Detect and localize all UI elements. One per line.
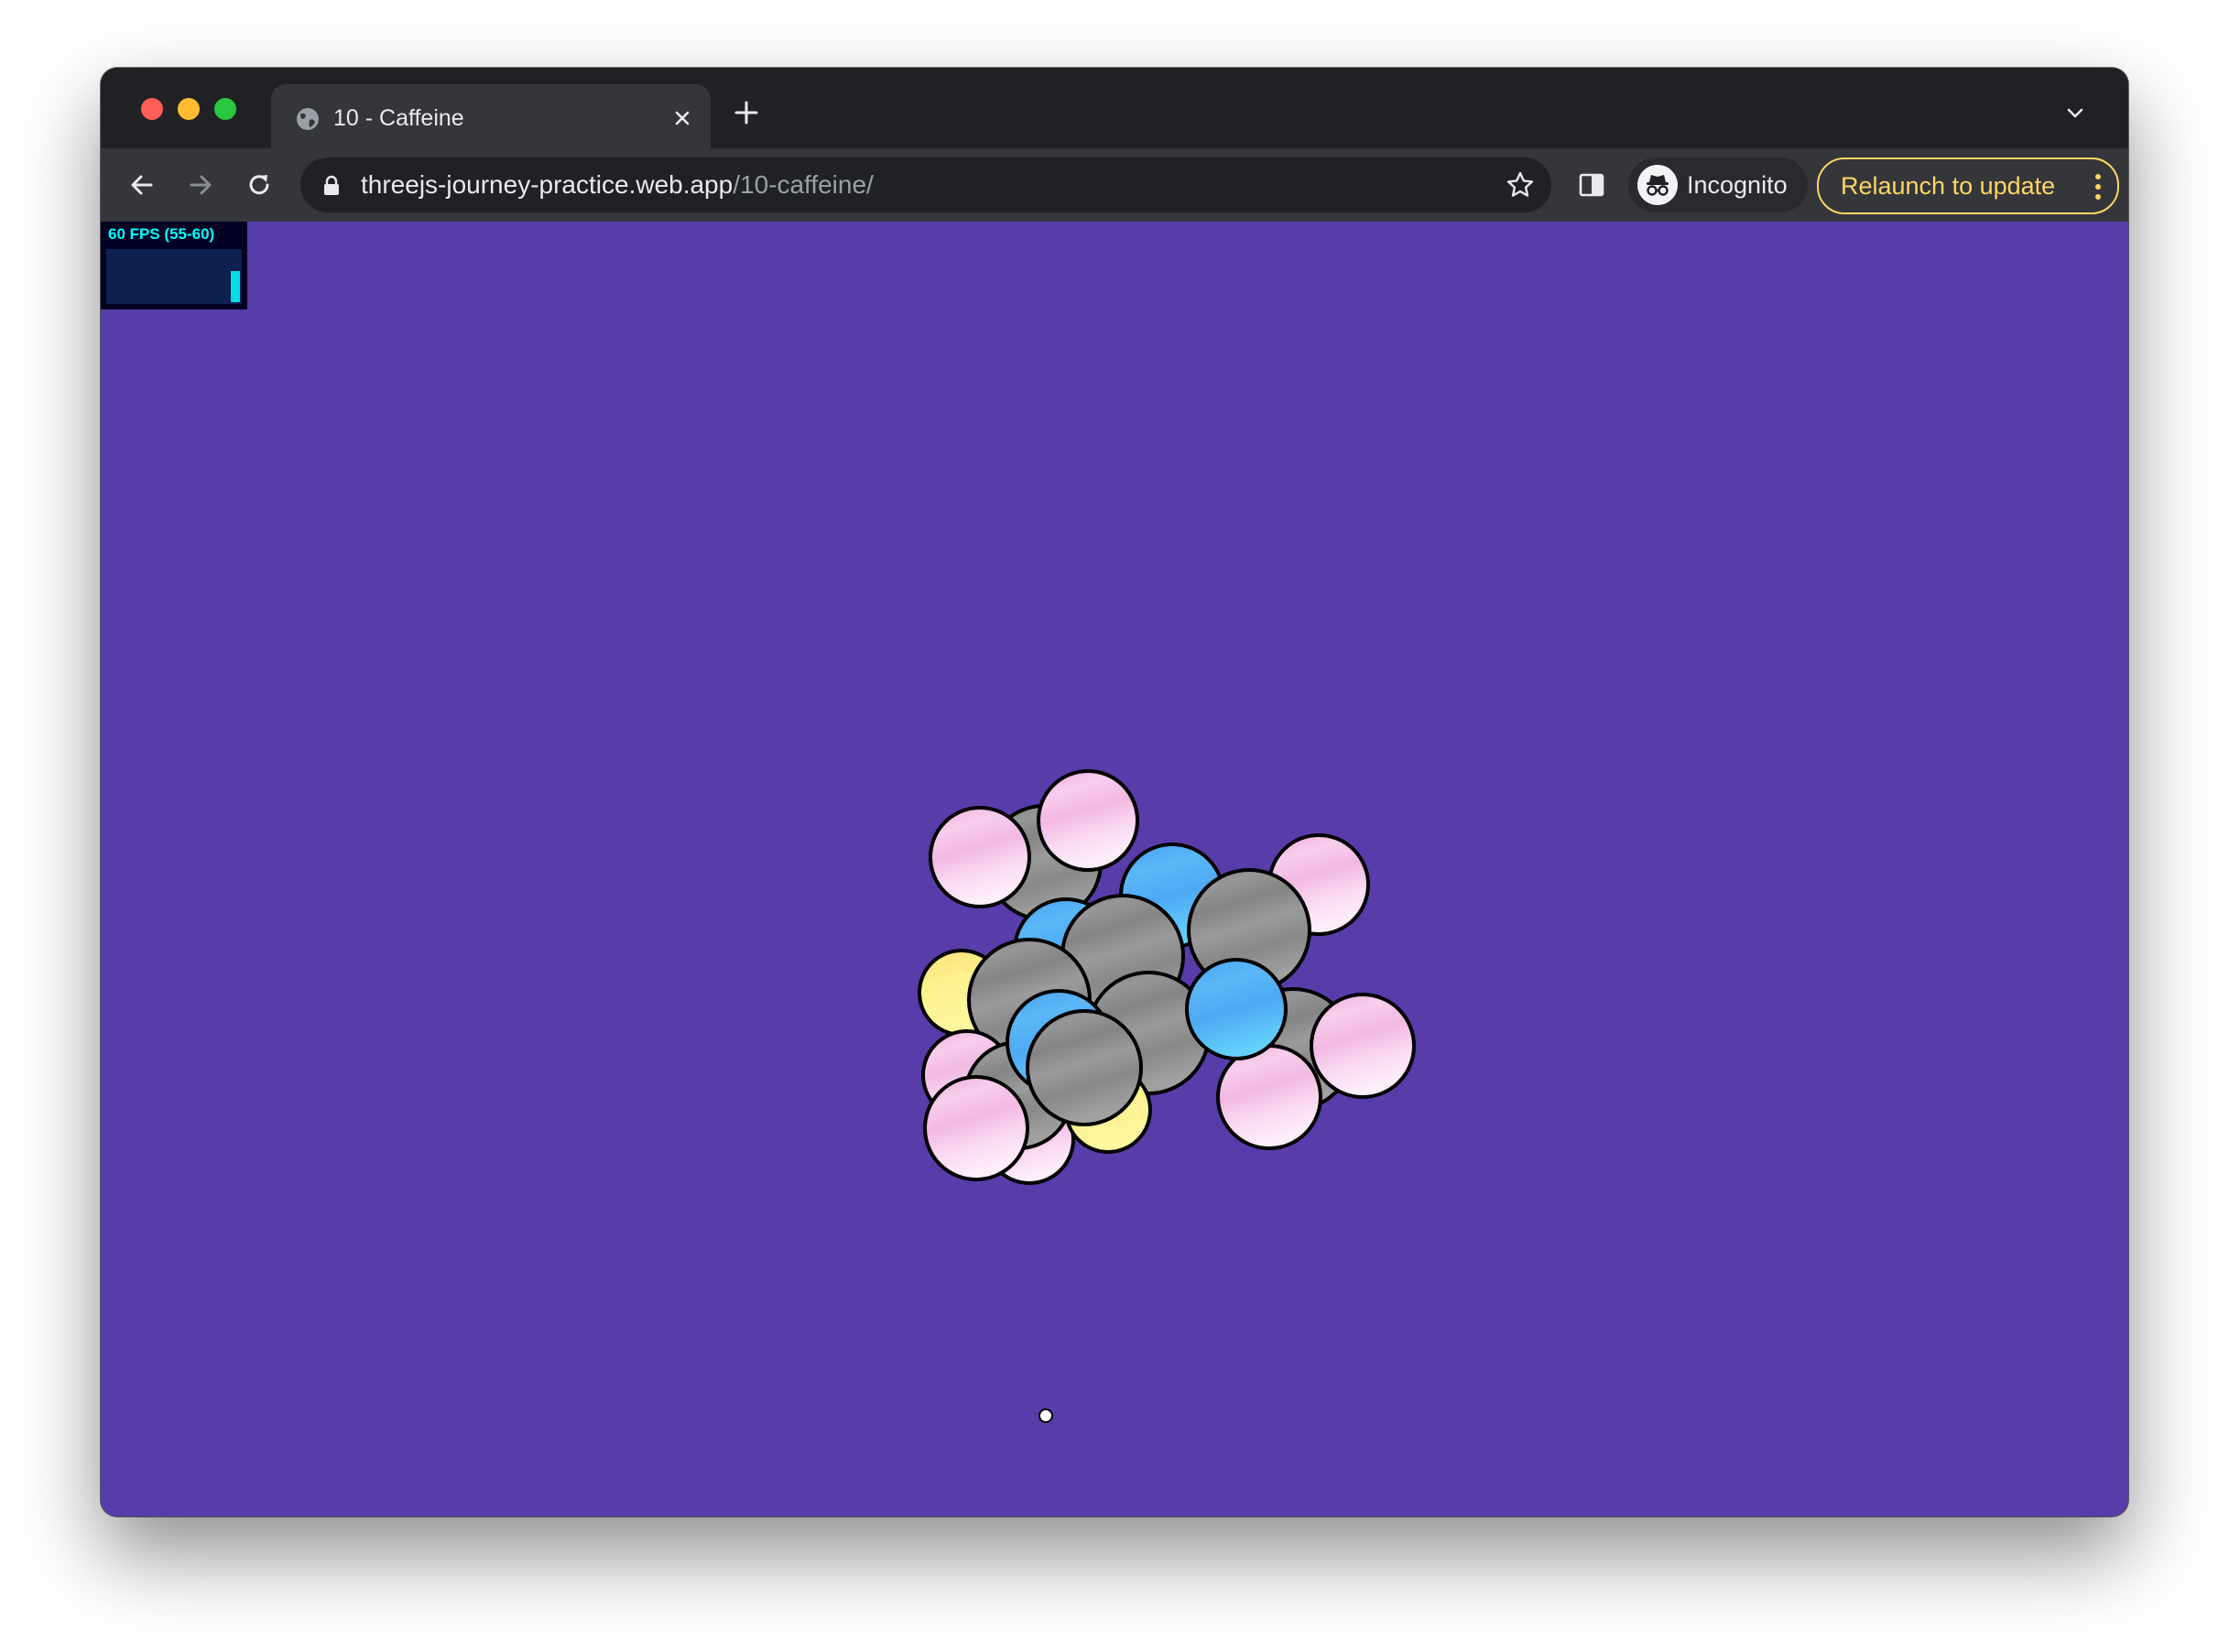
caffeine-molecule-scene[interactable] xyxy=(101,222,2128,1516)
fps-graph-bar xyxy=(231,271,240,302)
forward-arrow-icon[interactable] xyxy=(185,169,216,201)
globe-icon xyxy=(297,108,319,130)
hydrogen-atom xyxy=(923,1075,1029,1181)
incognito-label: Incognito xyxy=(1687,171,1788,199)
tab-title: 10 - Caffeine xyxy=(333,105,464,131)
close-tab-icon[interactable] xyxy=(669,104,696,132)
relaunch-label: Relaunch to update xyxy=(1841,172,2056,200)
url-path: /10-caffeine/ xyxy=(733,170,874,199)
nitrogen-atom xyxy=(1185,958,1288,1060)
fps-stats-panel[interactable]: 60 FPS (55-60) xyxy=(101,222,247,310)
browser-window: 10 - Caffeine threejs-journey-practice.w… xyxy=(101,68,2128,1516)
new-tab-icon[interactable] xyxy=(733,99,760,126)
chevron-down-icon[interactable] xyxy=(2064,103,2086,125)
incognito-icon xyxy=(1637,165,1678,205)
relaunch-to-update-button[interactable]: Relaunch to update xyxy=(1817,158,2119,214)
tab-strip: 10 - Caffeine xyxy=(101,68,2128,148)
close-window-button[interactable] xyxy=(141,98,163,120)
webgl-canvas[interactable]: 60 FPS (55-60) xyxy=(101,222,2128,1516)
incognito-badge[interactable]: Incognito xyxy=(1628,158,1808,212)
carbon-atom xyxy=(1026,1009,1143,1126)
back-arrow-icon[interactable] xyxy=(126,169,158,201)
mouse-cursor xyxy=(1038,1408,1053,1423)
address-bar[interactable]: threejs-journey-practice.web.app/10-caff… xyxy=(300,158,1551,212)
zoom-window-button[interactable] xyxy=(214,98,236,120)
hydrogen-atom xyxy=(929,806,1031,908)
fps-label: 60 FPS (55-60) xyxy=(108,225,215,243)
hydrogen-atom xyxy=(1037,769,1139,872)
tab-caffeine[interactable]: 10 - Caffeine xyxy=(271,84,711,148)
side-panel-icon[interactable] xyxy=(1577,170,1606,200)
fps-graph xyxy=(106,249,242,304)
url-host: threejs-journey-practice.web.app xyxy=(361,170,734,199)
browser-toolbar: threejs-journey-practice.web.app/10-caff… xyxy=(101,148,2128,222)
hydrogen-atom xyxy=(1216,1044,1322,1150)
reload-icon[interactable] xyxy=(244,169,275,201)
lock-icon[interactable] xyxy=(322,175,341,195)
minimize-window-button[interactable] xyxy=(178,98,200,120)
url-text[interactable]: threejs-journey-practice.web.app/10-caff… xyxy=(361,169,874,201)
hydrogen-atom xyxy=(1310,993,1416,1099)
more-menu-icon[interactable] xyxy=(2093,172,2103,201)
bookmark-star-icon[interactable] xyxy=(1506,170,1535,200)
